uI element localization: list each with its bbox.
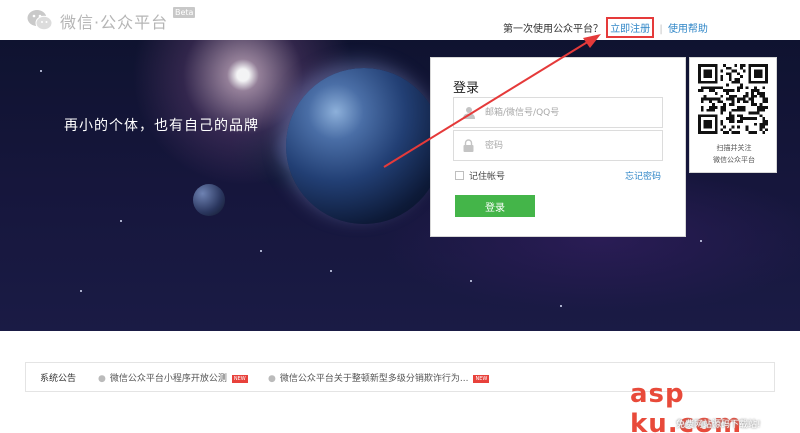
new-badge: NEW bbox=[473, 374, 490, 383]
notice-text: 微信公众平台关于整顿新型多级分销欺诈行为... bbox=[279, 374, 469, 384]
watermark-subtitle: 免费网站源码下载站! bbox=[676, 420, 761, 430]
bullet-dot: ● bbox=[98, 374, 106, 384]
notice-item[interactable]: ● 微信公众平台小程序开放公测 NEW bbox=[98, 371, 248, 384]
bullet-dot: ● bbox=[268, 374, 276, 384]
notice-title: 系统公告 bbox=[40, 374, 77, 384]
notice-text: 微信公众平台小程序开放公测 bbox=[109, 374, 227, 384]
notice-item[interactable]: ● 微信公众平台关于整顿新型多级分销欺诈行为... NEW bbox=[268, 371, 490, 384]
new-badge: NEW bbox=[231, 374, 248, 383]
site-watermark: asp ku.com 免费网站源码下载站! bbox=[630, 379, 800, 433]
